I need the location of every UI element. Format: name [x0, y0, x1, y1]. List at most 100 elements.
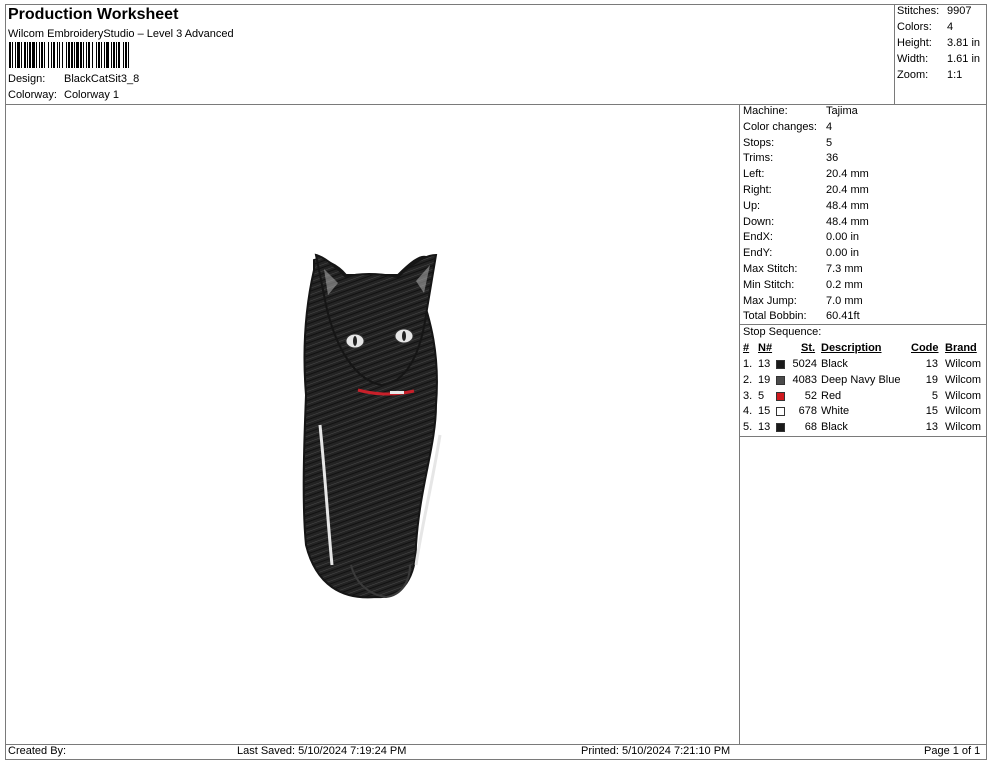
stop-sequence-row: 4. 15 678 White 15 Wilcom [741, 405, 985, 420]
info-label: Stops: [743, 136, 775, 149]
created-by: Created By: [8, 745, 67, 757]
seq-n: 5 [758, 389, 765, 402]
info-label: Machine: [743, 105, 788, 117]
seq-description: Red [821, 389, 842, 402]
col-code: Code [911, 342, 939, 354]
color-swatch [776, 423, 785, 433]
seq-n: 19 [758, 373, 771, 386]
info-label: EndX: [743, 231, 773, 244]
info-label: Left: [743, 168, 765, 181]
seq-code: 13 [925, 421, 938, 434]
stat-label: Height: [897, 37, 932, 49]
stat-label: Width: [897, 53, 929, 65]
seq-description: White [821, 405, 850, 418]
seq-n: 13 [758, 421, 771, 434]
seq-num: 1. [743, 358, 753, 370]
info-value: 0.00 in [826, 231, 860, 244]
info-label: Min Stitch: [743, 278, 795, 291]
stat-label: Zoom: [897, 69, 929, 81]
seq-stitches: 68 [804, 421, 817, 434]
info-label: Up: [743, 199, 761, 212]
stats-divider [894, 4, 895, 104]
seq-stitches: 678 [798, 405, 817, 418]
seq-num: 5. [743, 421, 753, 434]
design-preview [6, 105, 739, 744]
colorway-value: Colorway 1 [64, 89, 120, 101]
info-value: 36 [826, 152, 839, 165]
stop-sequence-row: 1. 13 5024 Black 13 Wilcom [741, 358, 985, 373]
seq-brand: Wilcom [945, 421, 982, 434]
seq-num: 2. [743, 373, 753, 386]
info-label: EndY: [743, 247, 773, 260]
seq-code: 13 [925, 358, 938, 370]
info-value: 48.4 mm [826, 215, 869, 228]
color-swatch [776, 375, 785, 385]
color-swatch [776, 391, 785, 401]
footer-divider [5, 744, 987, 745]
info-label: Right: [743, 184, 772, 196]
col-num: # [743, 342, 750, 354]
seq-stitches: 5024 [792, 358, 817, 370]
seq-brand: Wilcom [945, 358, 982, 370]
info-label: Down: [743, 215, 775, 228]
seq-num: 4. [743, 405, 753, 418]
stat-label: Colors: [897, 21, 932, 33]
seq-description: Black [821, 358, 848, 370]
sidebar-divider [739, 104, 740, 744]
info-value: 0.00 in [826, 247, 860, 260]
info-value: 48.4 mm [826, 199, 869, 212]
col-st: St. [801, 342, 816, 354]
page-title: Production Worksheet [8, 6, 179, 23]
info-label: Total Bobbin: [743, 310, 807, 323]
col-brand: Brand [945, 342, 977, 354]
stat-value: 4 [947, 21, 954, 33]
info-label: Color changes: [743, 120, 817, 133]
info-value: 60.41ft [826, 310, 860, 323]
stop-sequence-title: Stop Sequence: [743, 326, 822, 338]
seq-n: 13 [758, 358, 771, 370]
info-value: 20.4 mm [826, 184, 869, 196]
seq-num: 3. [743, 389, 753, 402]
info-label: Max Jump: [743, 294, 797, 307]
info-value: 20.4 mm [826, 168, 869, 181]
seq-brand: Wilcom [945, 389, 982, 402]
info-value: 7.0 mm [826, 294, 863, 307]
info-value: Tajima [826, 105, 858, 117]
colorway-label: Colorway: [8, 89, 57, 101]
stop-sequence-row: 3. 5 52 Red 5 Wilcom [741, 390, 985, 405]
stat-value: 1.61 in [947, 53, 981, 65]
last-saved: Last Saved: 5/10/2024 7:19:24 PM [237, 745, 407, 757]
seq-description: Black [821, 421, 848, 434]
seq-brand: Wilcom [945, 373, 982, 386]
stop-sequence-row: 5. 13 68 Black 13 Wilcom [741, 421, 985, 436]
info-label: Trims: [743, 152, 774, 165]
design-value: BlackCatSit3_8 [64, 73, 140, 85]
info-value: 4 [826, 120, 833, 133]
stop-sequence-header: # N# St. Description Code Brand [741, 342, 985, 357]
stat-value: 9907 [947, 5, 972, 17]
seq-code: 15 [925, 405, 938, 418]
info-value: 5 [826, 136, 833, 149]
seq-stitches: 4083 [792, 373, 817, 386]
stat-label: Stitches: [897, 5, 940, 17]
stop-sequence-row: 2. 19 4083 Deep Navy Blue 19 Wilcom [741, 374, 985, 389]
seq-code: 19 [925, 373, 938, 386]
seq-stitches: 52 [804, 389, 817, 402]
color-swatch [776, 360, 785, 369]
design-label: Design: [8, 73, 46, 85]
info-label: Max Stitch: [743, 263, 798, 275]
printed-date: Printed: 5/10/2024 7:21:10 PM [581, 745, 731, 757]
stat-value: 1:1 [947, 69, 963, 81]
seq-description: Deep Navy Blue [821, 373, 901, 386]
seq-code: 5 [931, 389, 938, 402]
page-number: Page 1 of 1 [924, 745, 981, 757]
barcode-image [9, 42, 129, 68]
info-value: 7.3 mm [826, 263, 863, 275]
black-cat-embroidery-image [302, 253, 442, 599]
sequence-divider [739, 324, 987, 325]
seq-brand: Wilcom [945, 405, 982, 418]
stat-value: 3.81 in [947, 37, 981, 49]
col-n: N# [758, 342, 773, 354]
col-description: Description [821, 342, 882, 354]
info-value: 0.2 mm [826, 278, 863, 291]
